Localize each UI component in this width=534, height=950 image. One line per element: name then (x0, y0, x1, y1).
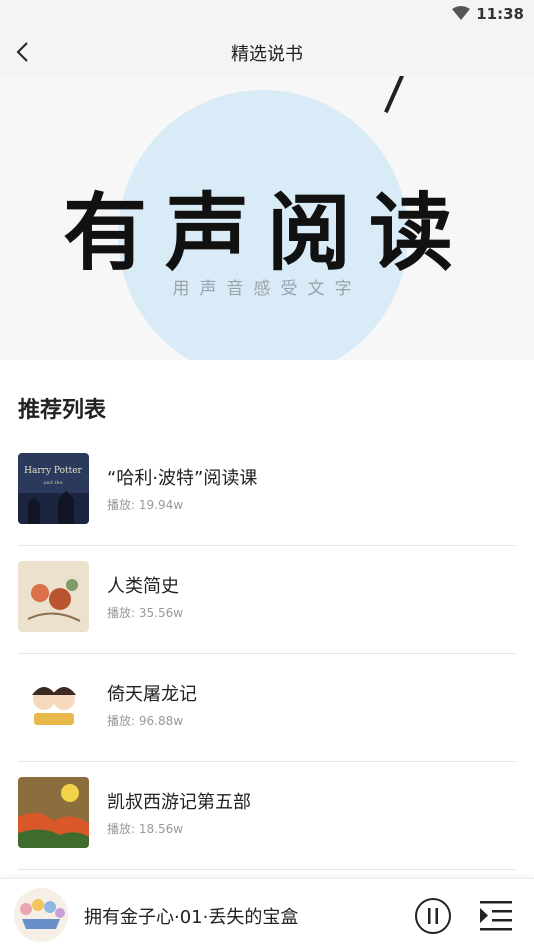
list-item[interactable]: 人类简史 播放: 35.56w (0, 546, 534, 654)
status-bar: 11:38 (0, 0, 534, 30)
mini-player[interactable]: 拥有金子心·01·丢失的宝盒 (0, 878, 534, 950)
cover-image (18, 561, 89, 632)
recommend-list: Harry Potter and the “哈利·波特”阅读课 播放: 19.9… (0, 438, 534, 870)
banner-slash-decoration (384, 76, 404, 114)
page-title: 精选说书 (231, 44, 303, 65)
banner[interactable]: 有声阅读 用声音感受文字 (0, 76, 534, 360)
svg-text:Harry Potter: Harry Potter (24, 466, 82, 476)
item-title: “哈利·波特”阅读课 (107, 468, 258, 489)
item-title: 人类简史 (107, 576, 179, 597)
list-item[interactable]: Harry Potter and the “哈利·波特”阅读课 播放: 19.9… (0, 438, 534, 546)
status-time: 11:38 (476, 5, 524, 23)
item-title: 凯叔西游记第五部 (107, 792, 251, 813)
section-title: 推荐列表 (18, 398, 107, 423)
item-plays: 播放: 19.94w (107, 498, 184, 512)
item-plays: 播放: 35.56w (107, 606, 184, 620)
banner-title: 有声阅读 (62, 184, 471, 282)
cover-image (18, 669, 89, 740)
list-item[interactable]: 倚天屠龙记 播放: 96.88w (0, 654, 534, 762)
divider (18, 869, 516, 870)
svg-text:and the: and the (43, 480, 62, 486)
player-cover-image (14, 888, 68, 942)
player-title: 拥有金子心·01·丢失的宝盒 (84, 907, 299, 928)
list-item[interactable]: 凯叔西游记第五部 播放: 18.56w (0, 762, 534, 870)
banner-subtitle: 用声音感受文字 (172, 279, 362, 299)
cover-image (18, 777, 89, 848)
nav-bar: 精选说书 (0, 30, 534, 76)
pause-button[interactable] (414, 897, 452, 935)
item-plays: 播放: 96.88w (107, 714, 184, 728)
item-plays: 播放: 18.56w (107, 822, 184, 836)
wifi-icon (452, 6, 470, 20)
item-title: 倚天屠龙记 (107, 684, 197, 705)
cover-image: Harry Potter and the (18, 453, 89, 524)
playlist-button[interactable] (478, 899, 514, 933)
